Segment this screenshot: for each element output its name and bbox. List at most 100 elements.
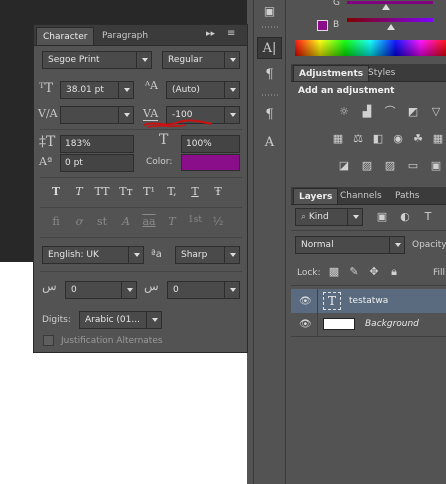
blend-mode-dropdown[interactable]: Normal bbox=[295, 236, 405, 254]
language-dropdown[interactable]: English: UK bbox=[42, 246, 144, 264]
tab-character[interactable]: Character bbox=[36, 27, 95, 45]
font-size-field[interactable]: 38.01 pt bbox=[60, 81, 134, 99]
filter-pixel-icon[interactable]: ▣ bbox=[375, 211, 389, 223]
channel-mixer-icon[interactable]: ☘ bbox=[411, 133, 425, 145]
fractions-button[interactable]: ½ bbox=[208, 215, 228, 231]
color-lookup-icon[interactable]: ▦ bbox=[431, 133, 445, 145]
chevron-down-icon bbox=[230, 58, 236, 62]
green-slider-track[interactable] bbox=[347, 1, 433, 4]
color-spectrum-ramp[interactable] bbox=[295, 40, 446, 56]
faux-bold-button[interactable]: T bbox=[46, 185, 66, 201]
divider bbox=[40, 237, 242, 238]
dock-grip[interactable] bbox=[262, 94, 278, 96]
tab-paths[interactable]: Paths bbox=[390, 188, 424, 204]
leading-field[interactable]: (Auto) bbox=[166, 81, 240, 99]
font-size-value: 38.01 pt bbox=[66, 85, 104, 95]
divider bbox=[40, 207, 242, 208]
threshold-icon[interactable]: ▨ bbox=[383, 160, 397, 172]
character-styles-icon[interactable]: A bbox=[257, 132, 282, 154]
invert-icon[interactable]: ◪ bbox=[337, 160, 351, 172]
chevron-down-icon bbox=[395, 243, 401, 247]
chevron-down-icon bbox=[127, 288, 133, 292]
visibility-eye-icon[interactable]: 👁︎ bbox=[299, 296, 312, 307]
font-family-dropdown[interactable]: Segoe Print bbox=[42, 51, 152, 69]
brightness-contrast-icon[interactable]: ☼ bbox=[337, 106, 351, 118]
filter-type-icon[interactable]: T bbox=[421, 211, 435, 223]
tab-channels[interactable]: Channels bbox=[335, 188, 387, 204]
contextual-alternates-button[interactable]: ơ bbox=[69, 215, 89, 231]
adjustments-tab-bar: Adjustments Styles bbox=[291, 64, 446, 82]
curves-icon[interactable]: ⌒ bbox=[383, 106, 397, 118]
adjustments-heading: Add an adjustment bbox=[298, 86, 395, 96]
posterize-icon[interactable]: ▨ bbox=[360, 160, 374, 172]
small-caps-button[interactable]: Tт bbox=[116, 185, 136, 201]
swash-button[interactable]: A bbox=[116, 215, 136, 231]
layer-name: testatwa bbox=[349, 296, 389, 306]
selective-color-icon[interactable]: ▣ bbox=[429, 160, 443, 172]
justification-checkbox[interactable] bbox=[43, 335, 54, 346]
color-swatch[interactable] bbox=[181, 154, 240, 171]
hue-saturation-icon[interactable]: ▦ bbox=[331, 133, 345, 145]
ordinals-button[interactable]: 1st bbox=[185, 215, 205, 231]
lock-image-icon[interactable]: ✎ bbox=[347, 266, 361, 278]
titling-alternates-button[interactable]: T bbox=[162, 215, 182, 231]
levels-icon[interactable]: ▟ bbox=[360, 106, 374, 118]
layer-row-background[interactable]: 👁︎ Background bbox=[291, 313, 446, 337]
digits-dropdown[interactable]: Arabic (01... bbox=[79, 311, 162, 329]
black-white-icon[interactable]: ◧ bbox=[371, 133, 385, 145]
text-layer-thumbnail-icon: T bbox=[323, 292, 341, 310]
blue-slider-track[interactable] bbox=[347, 18, 433, 22]
underline-button[interactable]: T bbox=[185, 185, 205, 201]
foreground-color-swatch[interactable] bbox=[317, 20, 328, 31]
baseline-shift-field[interactable]: 0 pt bbox=[60, 154, 134, 172]
kashida-left-value: 0 bbox=[71, 285, 77, 295]
tab-styles[interactable]: Styles bbox=[363, 65, 400, 81]
baseline-shift-icon: Aª bbox=[39, 155, 53, 168]
leading-icon: ᴬA bbox=[145, 79, 158, 92]
vertical-scale-field[interactable]: 183% bbox=[60, 135, 134, 153]
layer-row-text[interactable]: 👁︎ T testatwa bbox=[291, 289, 446, 313]
visibility-eye-icon[interactable]: 👁︎ bbox=[299, 319, 312, 330]
blue-slider-handle[interactable] bbox=[387, 24, 395, 30]
vibrance-icon[interactable]: ▽ bbox=[429, 106, 443, 118]
lock-all-icon[interactable]: 🔒︎ bbox=[387, 266, 401, 278]
lock-position-icon[interactable]: ✥ bbox=[367, 266, 381, 278]
standard-ligatures-button[interactable]: fi bbox=[46, 215, 66, 231]
filter-adjustment-icon[interactable]: ◐ bbox=[398, 211, 412, 223]
stylistic-alternates-button[interactable]: aa bbox=[139, 215, 159, 231]
gradient-map-icon[interactable]: ▭ bbox=[406, 160, 420, 172]
kashida-left-field[interactable]: 0 bbox=[65, 281, 137, 299]
paragraph-panel-icon[interactable]: ¶ bbox=[257, 64, 282, 86]
strikethrough-button[interactable]: Ŧ bbox=[208, 185, 228, 201]
character-panel-icon[interactable]: A| bbox=[257, 37, 282, 59]
exposure-icon[interactable]: ◩ bbox=[406, 106, 420, 118]
green-slider-handle[interactable] bbox=[382, 4, 390, 10]
antialias-dropdown[interactable]: Sharp bbox=[175, 246, 240, 264]
photo-filter-icon[interactable]: ◉ bbox=[391, 133, 405, 145]
green-label: G bbox=[333, 0, 340, 8]
paragraph-styles-icon[interactable]: ¶ bbox=[257, 104, 282, 126]
kerning-field[interactable] bbox=[60, 106, 134, 124]
dock-grip[interactable] bbox=[262, 26, 278, 28]
kashida-right-value: 0 bbox=[173, 285, 179, 295]
discretionary-ligatures-button[interactable]: st bbox=[92, 215, 112, 231]
panel-menu-icon[interactable]: ≡ bbox=[227, 28, 235, 39]
tab-paragraph[interactable]: Paragraph bbox=[96, 27, 154, 45]
faux-italic-button[interactable]: T bbox=[69, 185, 89, 201]
lock-transparent-icon[interactable]: ▩ bbox=[327, 266, 341, 278]
all-caps-button[interactable]: TT bbox=[92, 185, 112, 201]
horizontal-scale-field[interactable]: 100% bbox=[181, 135, 240, 153]
font-style-value: Regular bbox=[168, 55, 203, 65]
subscript-button[interactable]: T, bbox=[162, 185, 182, 201]
tab-adjustments[interactable]: Adjustments bbox=[293, 65, 370, 81]
layer-comps-icon[interactable]: ▣ bbox=[257, 0, 282, 22]
superscript-button[interactable]: T¹ bbox=[139, 185, 159, 201]
collapse-icon[interactable]: ▸▸ bbox=[206, 29, 215, 39]
leading-value: (Auto) bbox=[172, 85, 200, 95]
kashida-right-field[interactable]: 0 bbox=[167, 281, 240, 299]
color-balance-icon[interactable]: ⚖ bbox=[351, 133, 365, 145]
layer-filter-dropdown[interactable]: ⌕ Kind bbox=[295, 208, 363, 226]
collapsed-panel-dock: ▣ A| ¶ ¶ A bbox=[253, 0, 286, 484]
font-style-dropdown[interactable]: Regular bbox=[162, 51, 240, 69]
tab-layers[interactable]: Layers bbox=[293, 188, 339, 204]
